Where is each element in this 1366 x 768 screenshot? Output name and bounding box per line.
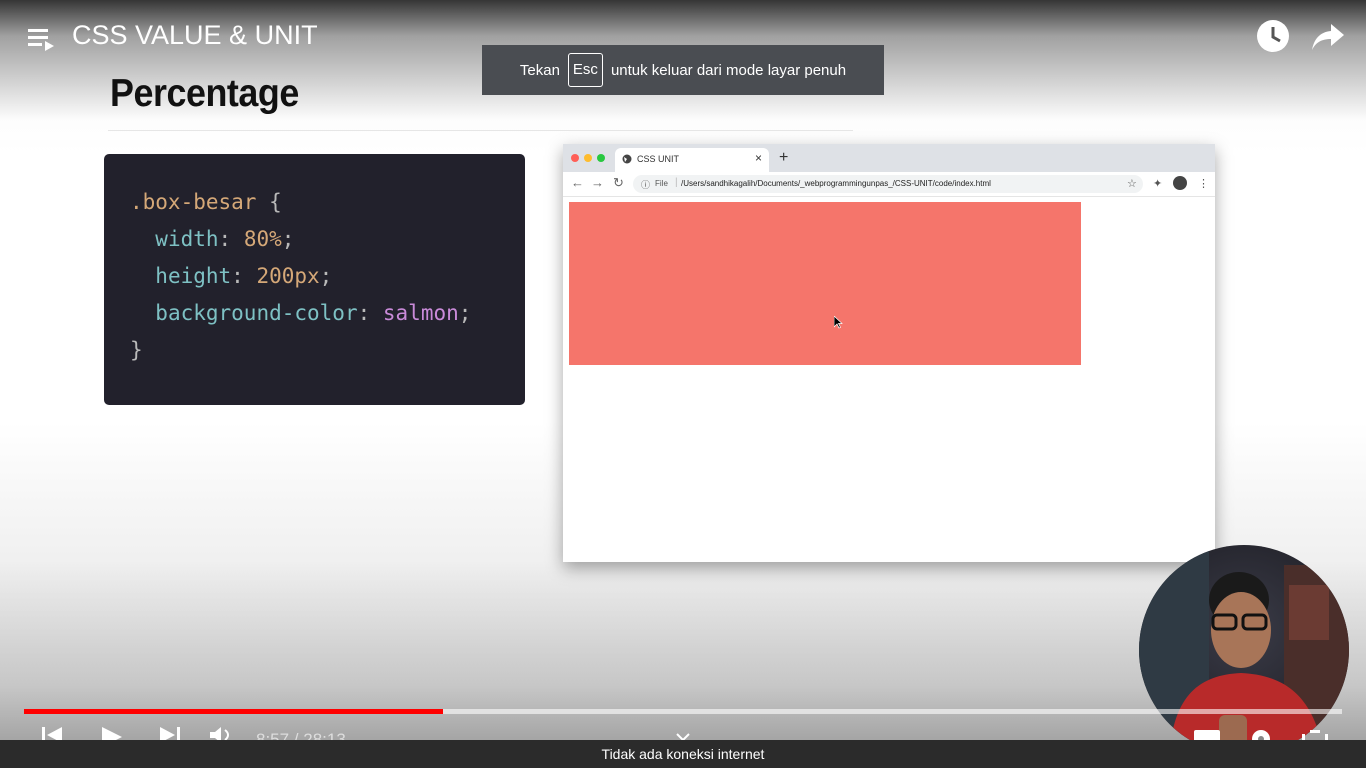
- code-panel: .box-besar { width: 80%; height: 200px; …: [104, 154, 525, 405]
- code-value: salmon: [382, 301, 459, 325]
- code-property: background-color: [155, 301, 358, 325]
- watch-later-icon[interactable]: [1256, 19, 1290, 53]
- code-property: height: [155, 264, 232, 288]
- code-selector: .box-besar: [130, 190, 257, 214]
- new-tab-icon: +: [779, 149, 789, 166]
- code-line-selector: .box-besar {: [130, 190, 282, 214]
- presenter-image: [1139, 545, 1349, 755]
- offline-message: Tidak ada koneksi internet: [601, 746, 765, 762]
- playlist-icon[interactable]: [28, 26, 56, 52]
- minimize-dot-icon: [584, 154, 592, 162]
- slide-heading: Percentage: [110, 72, 299, 115]
- code-value: 80%: [243, 227, 282, 251]
- address-path: /Users/sandhikagalih/Documents/_webprogr…: [681, 179, 991, 188]
- browser-tab: CSS UNIT ×: [615, 148, 769, 172]
- toast-suffix: untuk keluar dari mode layar penuh: [610, 61, 847, 79]
- presenter-webcam: [1139, 545, 1349, 755]
- close-icon: ×: [755, 151, 763, 165]
- video-title[interactable]: CSS VALUE & UNIT: [72, 18, 318, 52]
- extensions-icon: ✦: [1153, 178, 1163, 190]
- code-line-close: }: [130, 338, 143, 362]
- browser-tabbar: CSS UNIT × +: [563, 144, 1215, 172]
- bookmark-star-icon: ☆: [1127, 178, 1137, 190]
- reload-icon: ↻: [613, 175, 624, 190]
- close-dot-icon: [571, 154, 579, 162]
- progress-bar[interactable]: [24, 709, 1342, 714]
- maximize-dot-icon: [597, 154, 605, 162]
- code-line-bgcolor: background-color: salmon;: [155, 301, 472, 325]
- globe-icon: [622, 154, 632, 164]
- offline-status-bar: Tidak ada koneksi internet: [0, 740, 1366, 768]
- code-close-brace: }: [130, 338, 143, 362]
- profile-avatar: [1173, 176, 1187, 190]
- progress-bar-played: [24, 709, 444, 714]
- browser-window-mockup: CSS UNIT × + ← → ↻ ⓘ File | /Users/sandh…: [563, 144, 1215, 562]
- toast-prefix: Tekan: [519, 61, 560, 79]
- mouse-cursor-icon: [834, 316, 843, 329]
- browser-menu-icon: ⋮: [1198, 178, 1209, 190]
- forward-icon: →: [591, 175, 604, 190]
- code-line-height: height: 200px;: [155, 264, 333, 288]
- esc-key-badge: Esc: [567, 53, 603, 87]
- fullscreen-exit-toast: Tekan Esc untuk keluar dari mode layar p…: [482, 45, 884, 95]
- browser-tab-title: CSS UNIT: [637, 154, 680, 164]
- code-value: 200px: [256, 264, 320, 288]
- code-open-brace: {: [269, 190, 282, 214]
- address-bar: ⓘ File | /Users/sandhikagalih/Documents/…: [633, 175, 1143, 193]
- code-property: width: [155, 227, 219, 251]
- browser-toolbar: ← → ↻ ⓘ File | /Users/sandhikagalih/Docu…: [563, 172, 1215, 197]
- slide-divider: [108, 130, 853, 131]
- address-separator: |: [675, 177, 678, 188]
- address-scheme: File: [655, 179, 668, 188]
- share-icon[interactable]: [1311, 22, 1345, 52]
- back-icon: ←: [571, 175, 584, 190]
- salmon-box: [569, 202, 1081, 365]
- info-icon: ⓘ: [641, 180, 651, 190]
- code-line-width: width: 80%;: [155, 227, 295, 251]
